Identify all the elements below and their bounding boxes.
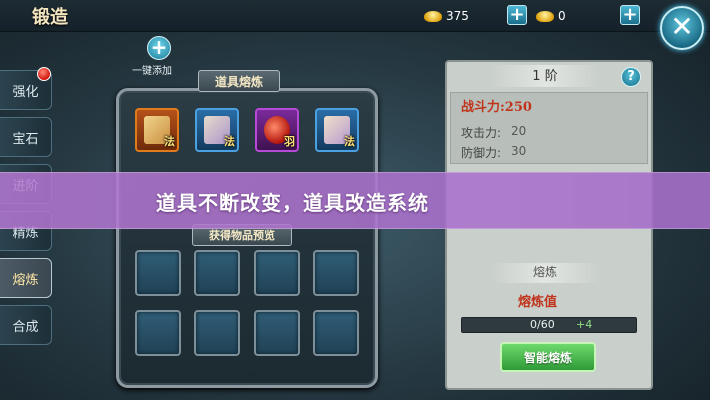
preview-slot bbox=[194, 310, 240, 356]
sidebar-item-synthesize[interactable]: 合成 bbox=[0, 305, 52, 345]
sidebar-item-label: 强化 bbox=[12, 84, 39, 100]
stat-label: 攻击力: bbox=[461, 126, 502, 140]
preview-slot bbox=[313, 310, 359, 356]
sidebar-item-label: 合成 bbox=[12, 319, 39, 335]
preview-slot bbox=[254, 250, 300, 296]
rank-label: 1 阶 bbox=[490, 65, 600, 87]
smelt-bonus: +4 bbox=[576, 318, 593, 331]
sidebar-item-gem[interactable]: 宝石 bbox=[0, 117, 52, 157]
combat-power: 战斗力:250 bbox=[461, 100, 532, 115]
smart-smelt-button[interactable]: 智能熔炼 bbox=[500, 342, 596, 372]
sidebar-item-label: 熔炼 bbox=[12, 272, 39, 288]
item-tag: 法 bbox=[164, 135, 175, 148]
close-icon: ✕ bbox=[670, 10, 694, 43]
smelt-progress-text: 0/60 bbox=[530, 318, 555, 331]
page-title: 锻造 bbox=[32, 7, 68, 28]
item-tag: 羽 bbox=[284, 135, 295, 148]
item-tag: 法 bbox=[224, 135, 235, 148]
item-tag: 法 bbox=[344, 135, 355, 148]
item-slot-3[interactable]: 羽 bbox=[255, 108, 299, 152]
gold-value: 375 bbox=[446, 9, 469, 23]
stat-label: 防御力: bbox=[461, 146, 502, 160]
preview-slot bbox=[135, 310, 181, 356]
preview-slot bbox=[254, 310, 300, 356]
add-gold-button[interactable]: + bbox=[507, 5, 527, 25]
item-slot-1[interactable]: 法 bbox=[135, 108, 179, 152]
sidebar-item-smelt[interactable]: 熔炼 bbox=[0, 258, 52, 298]
gold-ingot-icon bbox=[424, 10, 442, 22]
notification-dot bbox=[37, 67, 51, 81]
add-ingot-button[interactable]: + bbox=[620, 5, 640, 25]
help-button[interactable]: ? bbox=[621, 67, 641, 87]
stat-attack: 攻击力: 20 bbox=[461, 124, 526, 141]
ingot-value: 0 bbox=[558, 9, 566, 23]
ingot-counter: 0 bbox=[536, 6, 613, 26]
smelt-section-title: 熔炼 bbox=[490, 263, 600, 283]
stat-value: 30 bbox=[511, 144, 527, 158]
stat-defense: 防御力: 30 bbox=[461, 144, 526, 161]
stat-value: 20 bbox=[511, 124, 527, 138]
preview-slot bbox=[135, 250, 181, 296]
overlay-caption: 道具不断改变，道具改造系统 bbox=[156, 191, 429, 215]
item-smelt-banner: 道具熔炼 bbox=[198, 70, 281, 92]
add-all-button[interactable]: + bbox=[147, 36, 171, 60]
item-slot-2[interactable]: 法 bbox=[195, 108, 239, 152]
gold-counter: 375 bbox=[424, 6, 501, 26]
ingot-icon bbox=[536, 10, 554, 22]
preview-slot bbox=[194, 250, 240, 296]
smelt-value-label: 熔炼值 bbox=[518, 295, 558, 310]
add-all-label: 一键添加 bbox=[132, 66, 172, 77]
sidebar-item-label: 宝石 bbox=[12, 131, 39, 147]
preview-slot bbox=[313, 250, 359, 296]
item-slot-4[interactable]: 法 bbox=[315, 108, 359, 152]
close-button[interactable]: ✕ bbox=[660, 6, 704, 50]
